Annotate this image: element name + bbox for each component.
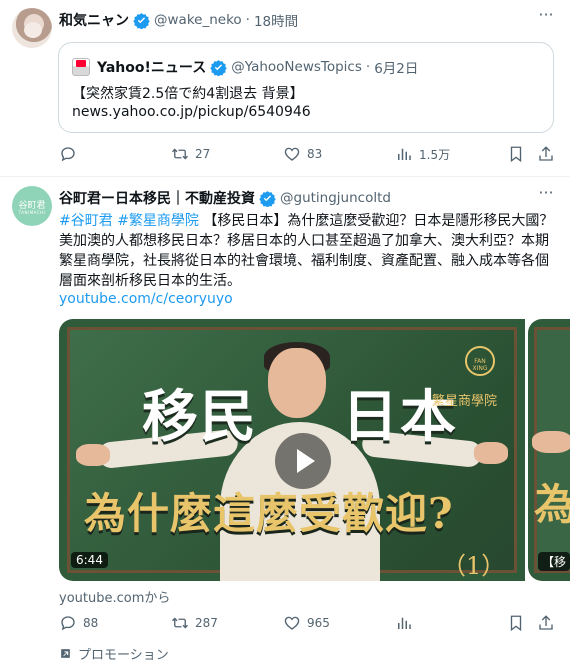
heart-icon — [284, 147, 300, 161]
video-title-right: 日本 — [342, 385, 458, 450]
bookmark-icon — [510, 615, 522, 632]
share-icon — [539, 146, 553, 161]
video-player[interactable]: 移民 日本 FAN XING 繁星商學院 為什麼這麼受歡迎? （1） 6:44 — [59, 319, 525, 581]
reply-icon — [61, 616, 75, 631]
share-button[interactable] — [537, 614, 555, 632]
analytics-icon — [398, 148, 411, 160]
heart-icon — [284, 616, 300, 630]
quote-handle: @YahooNewsTopics — [231, 59, 362, 75]
quote-url[interactable]: news.yahoo.co.jp/pickup/6540946 — [72, 104, 311, 120]
retweet-icon — [172, 617, 188, 629]
video-title-left: 移民 — [142, 385, 258, 450]
video-school-label: 繁星商學院 — [432, 394, 498, 409]
hashtag-link[interactable]: #繁星商學院 — [117, 213, 199, 229]
verified-badge-icon — [133, 12, 150, 29]
video-source[interactable]: youtube.comから — [59, 587, 170, 606]
school-badge: FAN XING — [465, 346, 495, 376]
bookmark-icon — [510, 146, 522, 163]
retweet-button[interactable]: 287 — [171, 614, 218, 632]
views-button[interactable]: 1.5万 — [395, 145, 450, 163]
more-options-icon[interactable]: ··· — [536, 7, 556, 28]
video-subtitle: 為什麼這麼受歡迎? — [84, 489, 454, 538]
quote-header: Yahoo!ニュース @YahooNewsTopics · 6月2日 — [97, 57, 418, 77]
more-options-icon[interactable]: ··· — [536, 185, 556, 206]
dot-separator: · — [365, 59, 371, 75]
views-button[interactable] — [395, 614, 413, 632]
external-link[interactable]: youtube.com/c/ceoryuyo — [59, 291, 233, 307]
like-button[interactable]: 83 — [283, 145, 322, 163]
verified-badge-icon — [259, 190, 276, 207]
tweet-divider — [0, 176, 570, 177]
quote-text: 【突然家賃2.5倍で約4割退去 背景】 — [72, 86, 304, 102]
like-count: 965 — [307, 616, 330, 630]
retweet-count: 287 — [195, 616, 218, 630]
like-button[interactable]: 965 — [283, 614, 330, 632]
retweet-icon — [172, 148, 188, 160]
share-button[interactable] — [537, 145, 555, 163]
quoted-tweet-card[interactable]: Yahoo!ニュース @YahooNewsTopics · 6月2日 【突然家賃… — [58, 42, 554, 133]
hashtag-link[interactable]: #谷町君 — [59, 213, 113, 229]
reply-button[interactable] — [59, 145, 83, 163]
analytics-icon — [398, 617, 411, 629]
bookmark-button[interactable] — [507, 145, 525, 163]
retweet-button[interactable]: 27 — [171, 145, 210, 163]
promoted-icon — [61, 649, 70, 658]
timestamp[interactable]: 18時間 — [254, 10, 298, 30]
author-name[interactable]: 谷町君ー日本移民｜不動産投資 — [59, 188, 255, 208]
video-duration: 6:44 — [71, 552, 108, 568]
author-name[interactable]: 和気ニャン — [59, 10, 129, 30]
reply-button[interactable]: 88 — [59, 614, 98, 632]
like-count: 83 — [307, 147, 323, 161]
next-video-thumbnail[interactable]: 為 【移 — [528, 319, 570, 581]
quote-author-name: Yahoo!ニュース — [97, 60, 207, 76]
quote-date: 6月2日 — [374, 61, 419, 77]
promotion-text: プロモーション — [78, 648, 169, 663]
next-video-subtitle: 為 — [534, 480, 570, 529]
tweet-header: 谷町君ー日本移民｜不動産投資 @gutingjuncoltd — [59, 188, 391, 208]
avatar[interactable] — [12, 8, 52, 48]
author-handle[interactable]: @wake_neko — [154, 12, 242, 28]
dot-separator: · — [245, 12, 250, 28]
tweet-body: #谷町君 #繁星商學院 【移民日本】為什麼這麼受歡迎？日本是隱形移民大國？美加澳… — [59, 211, 554, 291]
verified-badge-icon — [210, 59, 227, 76]
share-icon — [539, 615, 553, 630]
reply-icon — [61, 147, 75, 162]
video-episode: （1） — [442, 552, 506, 580]
reply-count: 88 — [83, 616, 99, 630]
avatar[interactable]: 谷町君 TANIMACHI — [12, 186, 52, 226]
bookmark-button[interactable] — [507, 614, 525, 632]
view-count: 1.5万 — [419, 147, 451, 162]
author-handle[interactable]: @gutingjuncoltd — [280, 190, 391, 206]
retweet-count: 27 — [195, 147, 211, 161]
tweet-header: 和気ニャン @wake_neko · 18時間 — [59, 10, 298, 30]
video-thumbnail: 移民 日本 FAN XING 繁星商學院 為什麼這麼受歡迎? （1） — [67, 327, 517, 581]
promotion-label[interactable]: プロモーション — [59, 644, 169, 663]
play-icon[interactable] — [275, 433, 331, 489]
next-video-tag: 【移 — [538, 552, 570, 571]
yahoo-logo-icon — [72, 58, 90, 76]
